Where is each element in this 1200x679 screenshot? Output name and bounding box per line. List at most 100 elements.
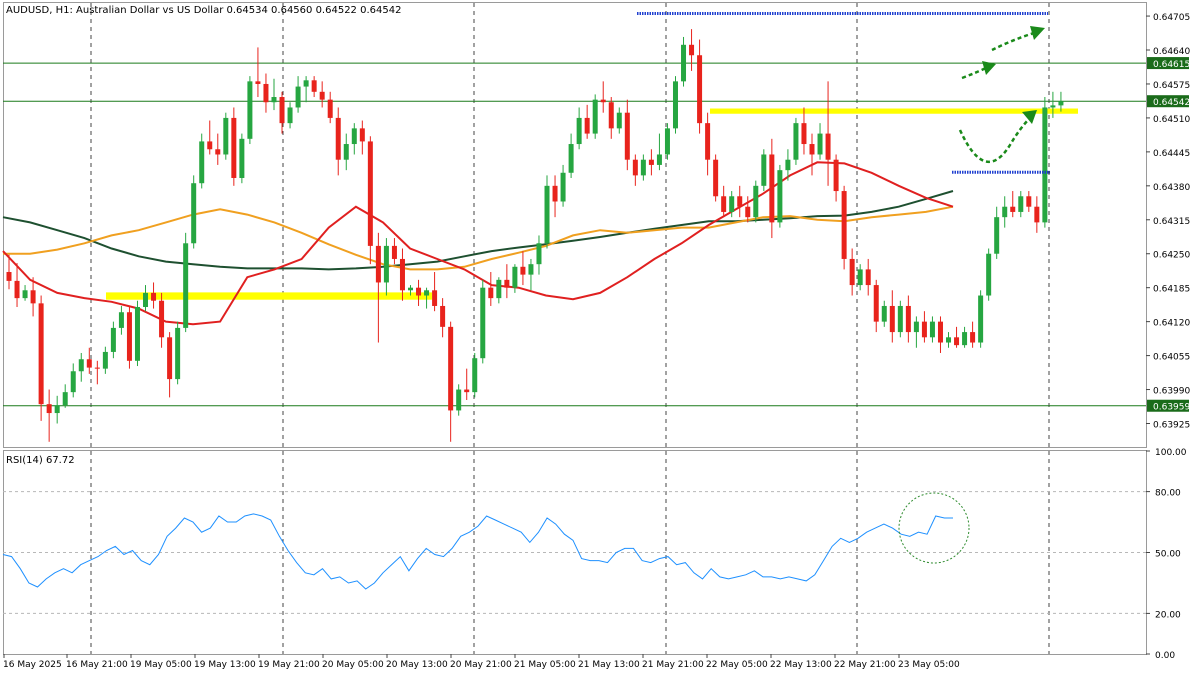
chart-window[interactable]: 0.64705 0.64640 0.64575 0.64510 0.64445 0.643… — [0, 0, 1200, 675]
candle-body — [648, 159, 654, 165]
candle-body — [568, 144, 574, 173]
time-tick-label: 19 May 05:00 — [130, 660, 192, 670]
candle-body — [496, 279, 502, 299]
candle-body — [584, 117, 590, 134]
candle-body — [416, 287, 422, 296]
candle-body — [1002, 206, 1008, 218]
candle — [480, 279, 486, 364]
candle-body — [841, 191, 847, 259]
candle-body — [1034, 206, 1040, 223]
candle-body — [978, 295, 984, 343]
candle-body — [480, 287, 486, 359]
candle-body — [793, 123, 799, 160]
candle-body — [207, 141, 213, 150]
candle-body — [247, 81, 253, 139]
candle-body — [552, 185, 558, 202]
candle-body — [383, 245, 389, 283]
candle — [592, 94, 598, 139]
time-tick-label: 21 May 13:00 — [578, 660, 640, 670]
price-tick-label: 0.64575 — [1153, 81, 1190, 91]
time-tick-label: 19 May 21:00 — [258, 660, 320, 670]
candle-body — [448, 326, 454, 411]
candle-body — [962, 332, 968, 346]
candle-body — [118, 312, 124, 328]
candle-body — [1026, 196, 1032, 207]
candle — [672, 76, 678, 134]
rsi-label: RSI(14) 67.72 — [6, 455, 75, 466]
candle-body — [351, 128, 357, 145]
candle-body — [14, 280, 20, 299]
candle-body — [335, 117, 341, 160]
candle — [134, 300, 140, 367]
candle — [191, 175, 197, 249]
price-badge-label: 0.64615 — [1153, 60, 1190, 70]
candle-body — [721, 196, 727, 212]
time-tick-label: 20 May 05:00 — [322, 660, 384, 670]
candle-body — [672, 81, 678, 129]
candle-body — [263, 83, 269, 103]
time-tick-label: 22 May 13:00 — [770, 660, 832, 670]
candle-body — [94, 367, 100, 369]
candle-body — [22, 290, 28, 299]
candle-body — [126, 312, 132, 361]
time-tick-label: 19 May 13:00 — [194, 660, 256, 670]
candle-body — [624, 112, 630, 160]
candle-body — [729, 196, 735, 212]
time-tick-label: 22 May 21:00 — [834, 660, 896, 670]
candle — [841, 185, 847, 270]
candle-body — [183, 243, 189, 328]
candle-body — [255, 81, 261, 84]
rsi-tick-label: 50.00 — [1155, 550, 1181, 560]
candle-body — [367, 141, 373, 246]
candle-body — [681, 44, 687, 82]
candle-body — [921, 321, 927, 338]
chart-canvas[interactable]: 0.64705 0.64640 0.64575 0.64510 0.64445 0.643… — [0, 0, 1200, 675]
candle-body — [576, 117, 582, 145]
time-tick-label: 22 May 05:00 — [706, 660, 768, 670]
candle — [367, 136, 373, 265]
candle-body — [873, 285, 879, 322]
candle-body — [697, 55, 703, 124]
candle-body — [994, 217, 1000, 254]
candle-body — [199, 141, 205, 184]
candle-body — [223, 117, 229, 155]
candle — [978, 290, 984, 348]
candle-body — [905, 305, 911, 333]
candle-body — [849, 258, 855, 286]
candle-body — [737, 196, 743, 207]
candle-body — [54, 405, 60, 414]
candle-body — [424, 290, 430, 296]
candle-body — [488, 287, 494, 299]
candle-body — [761, 154, 767, 186]
candle-body — [1042, 107, 1048, 223]
candle-body — [231, 117, 237, 178]
candle-body — [520, 266, 526, 275]
candle-body — [857, 269, 863, 286]
candle-body — [70, 371, 76, 393]
candle-body — [753, 185, 759, 218]
time-tick-label: 23 May 05:00 — [898, 660, 960, 670]
candle-body — [134, 307, 140, 361]
candle-body — [608, 102, 614, 129]
candle — [761, 149, 767, 192]
candle-body — [62, 392, 68, 406]
candle-body — [913, 321, 919, 333]
price-tick-label: 0.64510 — [1153, 115, 1190, 125]
candle-body — [271, 97, 277, 103]
candle-body — [632, 159, 638, 176]
candle-body — [929, 321, 935, 338]
candle-body — [78, 359, 84, 372]
candle-body — [175, 327, 181, 380]
time-tick-label: 16 May 21:00 — [66, 660, 128, 670]
candle — [544, 175, 550, 249]
candle-body — [327, 99, 333, 118]
candle-body — [817, 133, 823, 155]
candle-body — [38, 303, 44, 405]
price-badge-label: 0.64542 — [1153, 98, 1190, 108]
candle-body — [440, 305, 446, 327]
candle-body — [689, 44, 695, 56]
rsi-tick-label: 80.00 — [1155, 489, 1181, 499]
candle — [199, 133, 205, 189]
candle-body — [110, 327, 116, 352]
candle — [472, 352, 478, 398]
